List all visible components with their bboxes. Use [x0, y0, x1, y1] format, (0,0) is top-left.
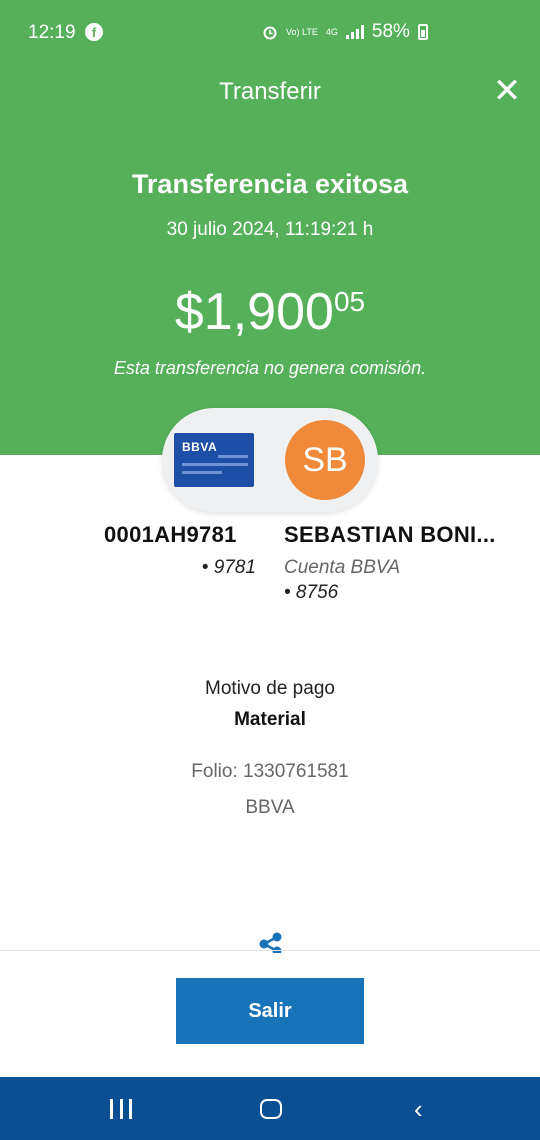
status-time: 12:19: [28, 22, 76, 43]
source-account-name: 0001AH9781: [104, 522, 237, 547]
divider: [0, 950, 540, 951]
status-bar: 12:19 f Vo) LTE 4G 58%: [0, 0, 540, 64]
bbva-card-icon: BBVA: [174, 433, 254, 487]
folio-number: Folio: 1330761581: [191, 761, 349, 782]
page-title: Transferir: [219, 78, 321, 105]
network-label: 4G: [325, 26, 338, 37]
battery-percent: 58%: [371, 21, 410, 42]
battery-icon: [417, 24, 428, 40]
signal-icon: [345, 25, 364, 39]
payment-reason-value: Material: [234, 709, 306, 730]
exit-button[interactable]: Salir: [176, 978, 364, 1044]
volte-label: Vo) LTE: [286, 26, 318, 37]
success-title: Transferencia exitosa: [131, 169, 409, 199]
commission-note: Esta transferencia no genera comisión.: [113, 358, 427, 378]
source-account-number: • 9781: [201, 557, 256, 578]
payment-reason-label: Motivo de pago: [205, 678, 335, 699]
card-stripe: [182, 471, 222, 474]
close-icon[interactable]: ✕: [490, 74, 524, 108]
recipient-account-number: • 8756: [284, 582, 339, 603]
android-nav-bar: ‹: [0, 1077, 540, 1140]
alarm-icon: [263, 26, 277, 40]
status-indicators: Vo) LTE 4G 58%: [262, 21, 428, 43]
card-stripe: [182, 463, 248, 466]
amount-cents: 05: [333, 286, 366, 317]
transfer-amount: $1,90005: [0, 282, 540, 342]
card-brand: BBVA: [182, 440, 218, 454]
recent-apps-icon[interactable]: [110, 1099, 132, 1119]
bank-name: BBVA: [245, 797, 295, 818]
recipient-name: SEBASTIAN BONI...: [284, 522, 496, 547]
back-icon[interactable]: ‹: [414, 1096, 423, 1122]
home-icon[interactable]: [260, 1099, 282, 1119]
amount-main: $1,900: [174, 283, 334, 341]
recipient-account-type: Cuenta BBVA: [284, 557, 401, 578]
transfer-datetime: 30 julio 2024, 11:19:21 h: [166, 219, 374, 240]
recipient-avatar: SB: [285, 420, 365, 500]
facebook-icon: f: [85, 23, 103, 41]
card-stripe: [218, 455, 248, 458]
